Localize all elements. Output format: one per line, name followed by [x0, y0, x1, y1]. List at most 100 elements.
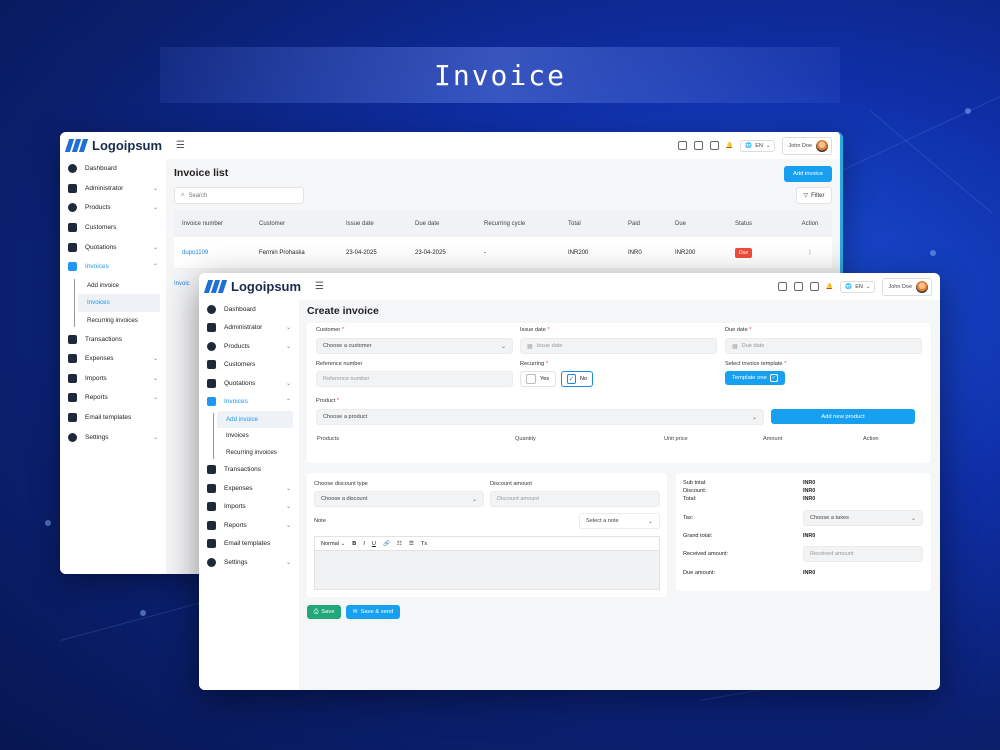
bold-icon[interactable]: B: [352, 541, 356, 547]
chevron-down-icon: ⌄: [152, 185, 158, 192]
bell-icon[interactable]: 🔔: [826, 283, 833, 290]
total-cell: INR200: [568, 249, 589, 256]
user-menu[interactable]: John Doe: [782, 136, 832, 155]
received-amount-input[interactable]: Received amount: [803, 546, 923, 562]
sidebar-item-invoices[interactable]: Invoices ⌃: [60, 257, 166, 277]
submenu-add-invoice[interactable]: Add invoice: [78, 277, 160, 295]
sidebar-item-customers[interactable]: Customers: [60, 218, 166, 238]
more-actions-icon[interactable]: ⋮: [795, 249, 825, 256]
search-input[interactable]: ⌕ Search: [174, 187, 304, 204]
page-title: Create invoice: [307, 305, 379, 317]
logo[interactable]: Logoipsum: [199, 279, 309, 294]
sidebar-item-label: Transactions: [224, 466, 261, 474]
submenu-add-invoice[interactable]: Add invoice: [217, 411, 293, 428]
clear-format-icon[interactable]: Tx: [421, 541, 427, 547]
chevron-down-icon: ⌄: [285, 485, 291, 492]
sidebar-item-imports[interactable]: Imports ⌄: [60, 369, 166, 389]
tax-select[interactable]: Choose a taxes ⌄: [803, 510, 923, 526]
product-label-text: Product: [316, 398, 336, 404]
sidebar-item-transactions[interactable]: Transactions: [60, 329, 166, 349]
sidebar-item-settings[interactable]: Settings ⌄: [60, 427, 166, 447]
add-invoice-button[interactable]: Add invoice: [784, 166, 832, 182]
column-header: Action: [863, 436, 879, 442]
due-date-input[interactable]: ▦ Due date: [725, 338, 922, 354]
received-amount-placeholder: Received amount: [810, 551, 854, 557]
column-header: Quantity: [515, 436, 536, 442]
invoice-number-link[interactable]: dupo1109: [174, 250, 259, 256]
card-icon: [68, 334, 77, 344]
underline-icon[interactable]: U: [372, 541, 376, 547]
sidebar-item-label: Quotations: [224, 379, 256, 387]
fullscreen-icon[interactable]: [709, 141, 719, 150]
page-title: Invoice list: [174, 167, 229, 179]
add-icon[interactable]: [777, 282, 787, 291]
note-select[interactable]: Select a note ⌄: [579, 513, 660, 529]
sidebar-item-expenses[interactable]: Expenses ⌄: [199, 479, 299, 498]
sidebar-item-products[interactable]: Products ⌄: [60, 198, 166, 218]
sidebar-item-email-templates[interactable]: Email templates: [60, 408, 166, 428]
menu-icon[interactable]: ☰: [176, 140, 185, 151]
invoice-icon: [68, 262, 77, 272]
box-icon: [68, 203, 77, 213]
sidebar-item-administrator[interactable]: Administrator ⌄: [60, 179, 166, 199]
submenu-invoices[interactable]: Invoices: [78, 294, 160, 312]
user-menu[interactable]: John Doe: [882, 277, 932, 296]
link-icon[interactable]: 🔗: [383, 541, 390, 547]
sidebar-item-transactions[interactable]: Transactions: [199, 461, 299, 480]
sidebar-item-expenses[interactable]: Expenses ⌄: [60, 349, 166, 369]
sidebar-item-invoices[interactable]: Invoices ⌃: [199, 393, 299, 412]
product-select[interactable]: Choose a product ⌄: [316, 409, 764, 425]
table-row[interactable]: dupo1109 Fermin Prohaska 23-04-2025 23-0…: [174, 237, 832, 269]
submenu-invoices[interactable]: Invoices: [217, 428, 293, 445]
filter-button[interactable]: ▽ Filter: [796, 187, 832, 204]
menu-icon[interactable]: ☰: [315, 281, 324, 292]
sidebar-item-products[interactable]: Products ⌄: [199, 337, 299, 356]
discount-type-select[interactable]: Choose a discount ⌄: [314, 491, 484, 507]
discount-amount-input[interactable]: Discount amount: [490, 491, 660, 507]
recurring-yes-option[interactable]: Yes: [520, 371, 556, 387]
sidebar-item-email-templates[interactable]: Email templates: [199, 535, 299, 554]
sidebar-item-reports[interactable]: Reports ⌄: [60, 388, 166, 408]
sidebar-item-quotations[interactable]: Quotations ⌄: [199, 374, 299, 393]
banner: Invoice: [160, 47, 840, 103]
logo[interactable]: Logoipsum: [60, 138, 170, 153]
sidebar-item-customers[interactable]: Customers: [199, 356, 299, 375]
sidebar-item-settings[interactable]: Settings ⌄: [199, 553, 299, 572]
ordered-list-icon[interactable]: ☷: [397, 541, 402, 547]
invoice-number-link[interactable]: Invoic: [174, 281, 190, 287]
sidebar-item-dashboard[interactable]: Dashboard: [199, 300, 299, 319]
sidebar-item-imports[interactable]: Imports ⌄: [199, 498, 299, 517]
like-icon[interactable]: [793, 282, 803, 291]
calendar-icon: ▦: [732, 343, 738, 350]
note-editor[interactable]: [314, 550, 660, 590]
discount-type-label: Choose discount type: [314, 481, 368, 487]
chevron-down-icon: ⌄: [152, 356, 158, 363]
globe-icon: 🌐: [845, 283, 853, 290]
issue-date-input[interactable]: ▦ Issue date: [520, 338, 717, 354]
sidebar-item-label: Expenses: [224, 484, 253, 492]
save-and-send-button[interactable]: ✉ Save & send: [346, 605, 400, 619]
add-new-product-button[interactable]: Add new product: [771, 409, 915, 424]
like-icon[interactable]: [693, 141, 703, 150]
customer-select[interactable]: Choose a customer ⌄: [316, 338, 513, 354]
add-icon[interactable]: [677, 141, 687, 150]
sidebar-item-quotations[interactable]: Quotations ⌄: [60, 237, 166, 257]
language-selector[interactable]: 🌐 EN ⌄: [740, 139, 776, 152]
bullet-list-icon[interactable]: ☰: [409, 541, 414, 547]
format-select[interactable]: Normal ⌄: [321, 541, 345, 547]
language-selector[interactable]: 🌐 EN ⌄: [840, 280, 876, 293]
template-select-button[interactable]: Template one ✓: [725, 371, 785, 385]
italic-icon[interactable]: I: [363, 541, 365, 547]
submenu-recurring-invoices[interactable]: Recurring invoices: [217, 444, 293, 461]
bell-icon[interactable]: 🔔: [726, 142, 733, 149]
reference-input[interactable]: Reference number: [316, 371, 513, 387]
sidebar-item-dashboard[interactable]: Dashboard: [60, 159, 166, 179]
sidebar-item-reports[interactable]: Reports ⌄: [199, 516, 299, 535]
recurring-no-option[interactable]: ✓ No: [561, 371, 593, 387]
submenu-recurring-invoices[interactable]: Recurring invoices: [78, 312, 160, 330]
user-name: John Doe: [888, 283, 912, 290]
sidebar-item-administrator[interactable]: Administrator ⌄: [199, 319, 299, 338]
save-button[interactable]: ⎙ Save: [307, 605, 341, 619]
due-amount-label: Due amount:: [683, 570, 716, 576]
fullscreen-icon[interactable]: [809, 282, 819, 291]
